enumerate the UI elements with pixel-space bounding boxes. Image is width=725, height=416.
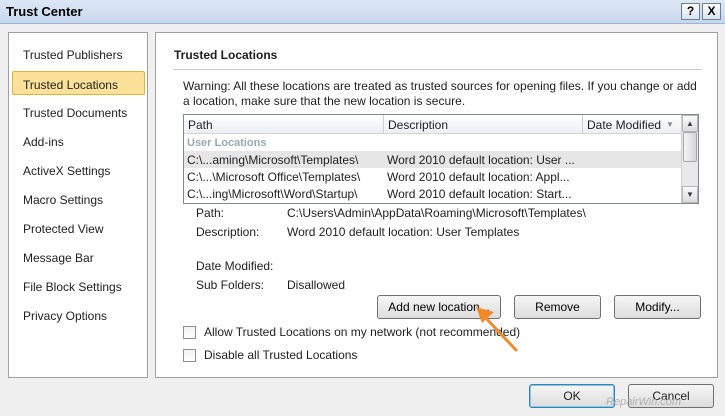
row-description: Word 2010 default location: Appl...: [387, 170, 570, 184]
nav-item-privacy-options[interactable]: Privacy Options: [23, 309, 107, 323]
sub-folders-value: Disallowed: [287, 278, 346, 292]
nav-item-add-ins[interactable]: Add-ins: [23, 135, 64, 149]
description-label: Description:: [196, 225, 260, 239]
remove-button[interactable]: Remove: [514, 295, 601, 319]
watermark: RepairWin.com: [606, 396, 682, 408]
nav-item-activex-settings[interactable]: ActiveX Settings: [23, 164, 110, 178]
group-label: User Locations: [187, 137, 267, 149]
list-row[interactable]: C:\...aming\Microsoft\Templates\ Word 20…: [184, 151, 681, 168]
nav-panel: Trusted Publishers Trusted Locations Tru…: [8, 32, 148, 378]
path-value: C:\Users\Admin\AppData\Roaming\Microsoft…: [287, 206, 586, 220]
list-row[interactable]: C:\...\Microsoft Office\Templates\ Word …: [184, 168, 681, 185]
warning-text: Warning: All these locations are treated…: [183, 79, 697, 108]
scroll-down-arrow-icon[interactable]: ▼: [682, 186, 698, 203]
disable-all-checkbox[interactable]: [183, 349, 196, 362]
trust-center-dialog: Trusted Publishers Trusted Locations Tru…: [0, 24, 725, 416]
annotation-arrow-icon: [476, 307, 518, 352]
column-separator[interactable]: [582, 115, 583, 134]
close-button[interactable]: X: [702, 3, 721, 20]
disable-all-label[interactable]: Disable all Trusted Locations: [204, 348, 357, 362]
list-header: Path Description Date Modified ▼: [184, 115, 681, 134]
window-title: Trust Center: [6, 4, 83, 19]
section-title: Trusted Locations: [174, 48, 278, 62]
list-scrollbar[interactable]: ▲ ▼: [681, 115, 698, 203]
section-divider: [174, 69, 702, 70]
modify-button[interactable]: Modify...: [614, 295, 701, 319]
column-separator[interactable]: [383, 115, 384, 134]
allow-network-checkbox[interactable]: [183, 326, 196, 339]
row-description: Word 2010 default location: User ...: [387, 153, 575, 167]
row-path: C:\...\Microsoft Office\Templates\: [187, 170, 361, 184]
nav-item-macro-settings[interactable]: Macro Settings: [23, 193, 103, 207]
row-path: C:\...ing\Microsoft\Word\Startup\: [187, 187, 358, 201]
description-value: Word 2010 default location: User Templat…: [287, 225, 520, 239]
list-row[interactable]: C:\...ing\Microsoft\Word\Startup\ Word 2…: [184, 185, 681, 202]
sort-arrow-icon: ▼: [666, 120, 674, 129]
title-bar: Trust Center ? X: [0, 0, 725, 24]
help-button[interactable]: ?: [681, 3, 700, 20]
nav-item-message-bar[interactable]: Message Bar: [23, 251, 94, 265]
column-header-description[interactable]: Description: [388, 118, 448, 132]
main-panel: Trusted Locations Warning: All these loc…: [155, 32, 718, 378]
nav-item-trusted-locations[interactable]: Trusted Locations: [12, 71, 145, 95]
sub-folders-label: Sub Folders:: [196, 278, 265, 292]
path-label: Path:: [196, 206, 225, 220]
nav-item-protected-view[interactable]: Protected View: [23, 222, 104, 236]
row-description: Word 2010 default location: Start...: [387, 187, 572, 201]
column-header-date-modified[interactable]: Date Modified: [587, 118, 661, 132]
row-path: C:\...aming\Microsoft\Templates\: [187, 153, 359, 167]
nav-item-trusted-publishers[interactable]: Trusted Publishers: [23, 48, 123, 62]
scroll-thumb[interactable]: [683, 132, 697, 162]
nav-item-file-block-settings[interactable]: File Block Settings: [23, 280, 122, 294]
trusted-locations-list[interactable]: Path Description Date Modified ▼ User Lo…: [183, 114, 699, 204]
scroll-up-arrow-icon[interactable]: ▲: [682, 115, 698, 132]
column-header-path[interactable]: Path: [188, 118, 213, 132]
date-modified-label: Date Modified:: [196, 259, 274, 273]
ok-button[interactable]: OK: [529, 384, 615, 408]
nav-item-trusted-documents[interactable]: Trusted Documents: [23, 106, 127, 120]
